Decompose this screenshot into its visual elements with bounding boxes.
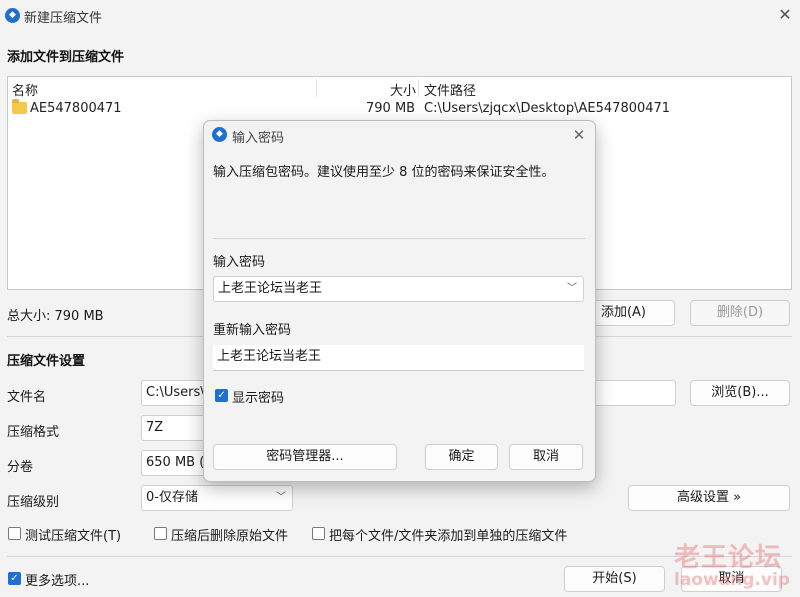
column-header-path[interactable]: 文件路径 [424,80,476,99]
test-archive-checkbox[interactable] [8,527,21,540]
app-logo-icon: ◆ [5,8,20,23]
more-options-label: 更多选项... [25,574,90,589]
column-divider [418,79,419,97]
divider [213,238,585,239]
file-name: AE547800471 [30,101,122,116]
file-size: 790 MB [366,101,416,116]
file-list-row[interactable]: AE547800471 790 MB C:\Users\zjqcx\Deskto… [8,99,791,119]
format-value: 7Z [146,420,164,435]
window-title: 新建压缩文件 [24,11,103,26]
format-label: 压缩格式 [7,425,60,440]
volume-label: 分卷 [7,460,34,475]
dialog-close-icon[interactable]: ✕ [570,125,588,145]
chevron-down-icon: ﹀ [276,492,286,503]
chevron-down-icon[interactable]: ﹀ [567,277,577,301]
test-archive-label: 测试压缩文件(T) [25,529,122,544]
column-divider [316,79,317,97]
delete-button[interactable]: 删除(D) [690,300,790,326]
title-bar: ◆ 新建压缩文件 ✕ [0,0,800,32]
more-options-checkbox[interactable]: ✓ [8,572,21,585]
browse-button[interactable]: 浏览(B)... [690,380,790,406]
confirm-password-label: 重新输入密码 [213,323,292,338]
level-label: 压缩级别 [7,495,60,510]
level-value: 0-仅存储 [146,490,198,505]
watermark-url: laowang.vip [674,570,790,590]
password-input[interactable]: 上老王论坛当老王 ﹀ [213,276,584,302]
folder-icon [12,99,27,114]
dialog-title: 输入密码 [232,131,285,146]
start-button[interactable]: 开始(S) [564,566,665,592]
volume-value: 650 MB ( [146,455,205,470]
password-value: 上老王论坛当老王 [218,281,323,296]
app-logo-icon: ◆ [212,127,227,142]
file-list-header: 名称 大小 文件路径 [8,77,791,99]
password-label: 输入密码 [213,255,266,270]
advanced-settings-button[interactable]: 高级设置 » [628,485,790,511]
close-window-icon[interactable]: ✕ [776,5,794,25]
total-size-label: 总大小: 790 MB [7,309,104,324]
ok-button[interactable]: 确定 [425,444,498,470]
delete-after-label: 压缩后删除原始文件 [171,529,289,544]
show-password-checkbox[interactable]: ✓ [215,389,228,402]
show-password-label: 显示密码 [232,391,285,406]
add-files-section-title: 添加文件到压缩文件 [7,50,125,65]
separate-archives-label: 把每个文件/文件夹添加到单独的压缩文件 [329,529,568,544]
confirm-password-input[interactable]: 上老王论坛当老王 [213,345,584,371]
column-header-size[interactable]: 大小 [390,80,416,99]
watermark-text: 老王论坛 [674,543,783,573]
dialog-info-text: 输入压缩包密码。建议使用至少 8 位的密码来保证安全性。 [213,165,555,180]
dialog-cancel-button[interactable]: 取消 [509,444,583,470]
password-manager-button[interactable]: 密码管理器... [213,444,397,470]
archive-settings-title: 压缩文件设置 [7,354,86,369]
separate-archives-checkbox[interactable] [312,527,325,540]
column-header-name[interactable]: 名称 [12,80,38,99]
level-select[interactable]: 0-仅存储 ﹀ [141,485,293,511]
filename-label: 文件名 [7,390,47,405]
delete-after-checkbox[interactable] [154,527,167,540]
password-dialog: ◆ 输入密码 ✕ 输入压缩包密码。建议使用至少 8 位的密码来保证安全性。 输入… [203,120,596,482]
file-path: C:\Users\zjqcx\Desktop\AE547800471 [424,101,671,116]
